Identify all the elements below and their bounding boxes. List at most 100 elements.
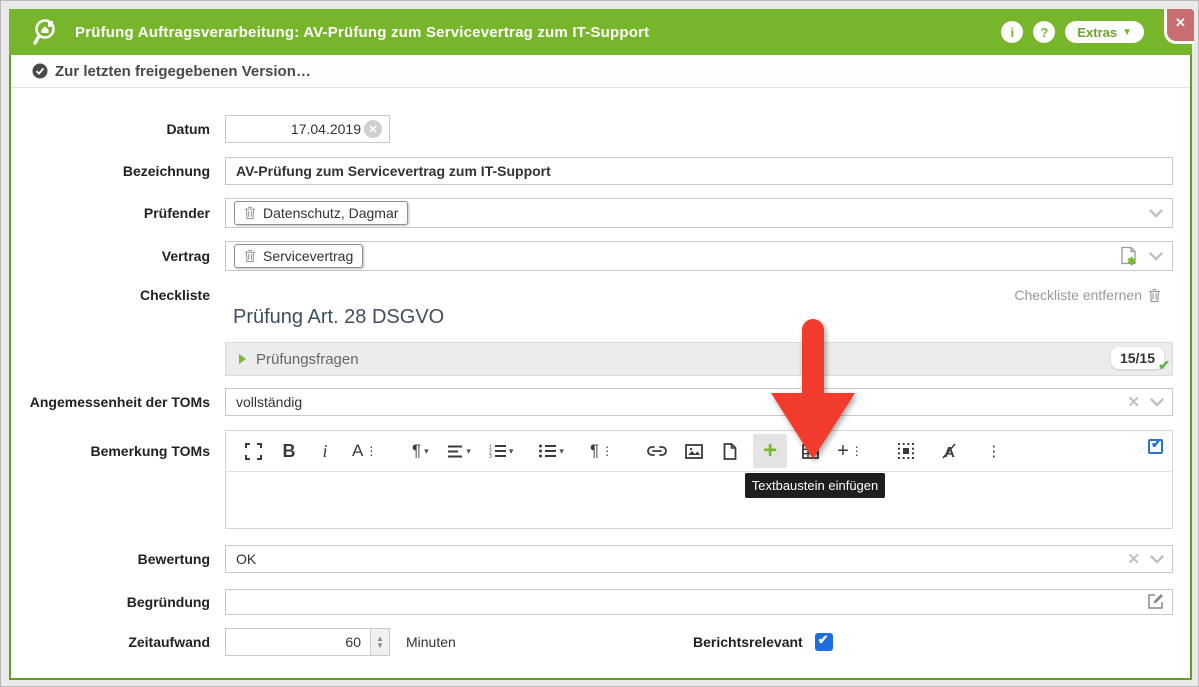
- chevron-down-icon[interactable]: [1149, 252, 1163, 261]
- paragraph-format-icon[interactable]: ¶▾: [407, 434, 433, 468]
- row-angemessenheit: Angemessenheit der TOMs vollständig ✕: [11, 388, 1190, 416]
- datum-label: Datum: [11, 121, 225, 137]
- page-title: Prüfung Auftragsverarbeitung: AV-Prüfung…: [75, 24, 649, 41]
- help-button[interactable]: ?: [1033, 21, 1055, 43]
- zeitaufwand-input[interactable]: [225, 628, 390, 656]
- chevron-down-icon[interactable]: [1150, 555, 1164, 564]
- dots-icon: ⋮: [601, 444, 613, 458]
- app-window: Prüfung Auftragsverarbeitung: AV-Prüfung…: [9, 9, 1192, 680]
- row-checkliste: Checkliste Checkliste entfernen: [11, 285, 1190, 305]
- insert-image-icon[interactable]: [681, 434, 707, 468]
- number-stepper[interactable]: ▲ ▼: [370, 629, 389, 655]
- version-link[interactable]: Zur letzten freigegebenen Version…: [11, 55, 1190, 88]
- more-paragraph-icon[interactable]: ¶⋮: [586, 434, 617, 468]
- dots-icon: ⋮: [365, 444, 377, 458]
- clear-x-icon[interactable]: ✕: [1127, 395, 1140, 410]
- caret-icon: ▾: [424, 446, 429, 457]
- trash-icon[interactable]: [244, 249, 256, 263]
- new-document-icon[interactable]: ✱: [1120, 246, 1139, 267]
- clear-x-icon[interactable]: ✕: [1127, 552, 1140, 567]
- angemessenheit-label: Angemessenheit der TOMs: [11, 394, 225, 410]
- tooltip: Textbaustein einfügen: [745, 473, 885, 498]
- bewertung-value: OK: [236, 551, 256, 567]
- bewertung-select[interactable]: OK: [225, 545, 1173, 573]
- pruefungsfragen-section[interactable]: Prüfungsfragen 15/15 ✔: [225, 342, 1173, 376]
- plus-glyph: +: [837, 440, 849, 463]
- angemessenheit-value: vollständig: [236, 394, 302, 410]
- begruendung-label: Begründung: [11, 594, 225, 610]
- bewertung-label: Bewertung: [11, 551, 225, 567]
- check-icon: ✔: [1151, 436, 1162, 452]
- checklist-heading: Prüfung Art. 28 DSGVO: [233, 306, 444, 329]
- editor-toolbar: B i A⋮ ¶▾ ▾ 1 2 3 ▾: [226, 431, 1172, 472]
- checkliste-label: Checkliste: [11, 287, 225, 303]
- progress-badge: 15/15 ✔: [1111, 347, 1164, 369]
- trash-icon[interactable]: [1148, 288, 1161, 303]
- info-button[interactable]: i: [1001, 21, 1023, 43]
- bemerkung-editor: B i A⋮ ¶▾ ▾ 1 2 3 ▾: [225, 430, 1173, 529]
- checklist-remove-link[interactable]: Checkliste entfernen: [1014, 287, 1161, 303]
- begruendung-input[interactable]: [225, 589, 1173, 615]
- berichtsrelevant-label: Berichtsrelevant: [693, 634, 803, 650]
- bezeichnung-input[interactable]: [225, 157, 1173, 185]
- vertrag-field[interactable]: Servicevertrag ✱: [225, 241, 1173, 271]
- edit-pencil-icon[interactable]: [1147, 592, 1165, 610]
- caret-icon: ▾: [509, 446, 514, 457]
- berichtsrelevant-checkbox[interactable]: ✔: [815, 633, 833, 651]
- berichtsrelevant-group: Berichtsrelevant ✔: [693, 633, 833, 651]
- clear-formatting-icon[interactable]: A: [937, 434, 963, 468]
- check-icon: ✔: [1158, 357, 1170, 374]
- italic-icon[interactable]: i: [312, 434, 338, 468]
- insert-template-button[interactable]: +: [753, 434, 787, 468]
- row-datum: Datum ✕: [11, 115, 1190, 143]
- pruefender-chip[interactable]: Datenschutz, Dagmar: [234, 201, 408, 225]
- zeitaufwand-unit: Minuten: [406, 634, 456, 650]
- align-icon[interactable]: ▾: [443, 434, 475, 468]
- fullscreen-icon[interactable]: [240, 434, 266, 468]
- title-bar: Prüfung Auftragsverarbeitung: AV-Prüfung…: [9, 9, 1192, 55]
- angemessenheit-select[interactable]: vollständig: [225, 388, 1173, 416]
- vertrag-chip-label: Servicevertrag: [263, 248, 353, 264]
- bullet-list-icon[interactable]: ▾: [535, 434, 568, 468]
- more-misc-icon[interactable]: ⋮: [981, 434, 1007, 468]
- vertrag-label: Vertrag: [11, 248, 225, 264]
- chevron-down-icon[interactable]: [1150, 398, 1164, 407]
- expand-triangle-icon[interactable]: [239, 354, 246, 364]
- pruefender-field[interactable]: Datenschutz, Dagmar: [225, 198, 1173, 228]
- extras-label: Extras: [1077, 25, 1117, 40]
- bold-icon[interactable]: B: [276, 434, 302, 468]
- bezeichnung-label: Bezeichnung: [11, 163, 225, 179]
- pilcrow-glyph: ¶: [590, 441, 599, 461]
- trash-icon[interactable]: [244, 206, 256, 220]
- audit-magnifier-icon: [31, 17, 61, 47]
- ordered-list-icon[interactable]: 1 2 3 ▾: [485, 434, 518, 468]
- close-button[interactable]: ✕: [1164, 9, 1194, 44]
- check-circle-icon: [32, 63, 48, 79]
- more-rich-icon[interactable]: +⋮: [833, 434, 867, 468]
- more-text-icon[interactable]: A⋮: [348, 434, 381, 468]
- row-vertrag: Vertrag Servicevertrag ✱: [11, 241, 1190, 271]
- bemerkung-label: Bemerkung TOMs: [11, 443, 225, 459]
- row-begruendung: Begründung: [11, 589, 1190, 615]
- pruefender-chip-label: Datenschutz, Dagmar: [263, 205, 398, 221]
- insert-link-icon[interactable]: [643, 434, 671, 468]
- svg-text:3: 3: [489, 454, 492, 458]
- caret-icon: ▾: [466, 446, 471, 457]
- row-pruefender: Prüfender Datenschutz, Dagmar: [11, 198, 1190, 228]
- datum-clear-icon[interactable]: ✕: [364, 120, 382, 138]
- insert-file-icon[interactable]: [717, 434, 743, 468]
- stepper-down-icon[interactable]: ▼: [376, 642, 384, 649]
- svg-text:✱: ✱: [1127, 256, 1136, 267]
- editor-checkbox[interactable]: ✔: [1148, 439, 1163, 454]
- bemerkung-textarea[interactable]: [226, 472, 1172, 529]
- pruefender-label: Prüfender: [11, 205, 225, 221]
- extras-button[interactable]: Extras ▼: [1065, 21, 1144, 43]
- insert-table-icon[interactable]: [797, 434, 823, 468]
- select-all-icon[interactable]: [893, 434, 919, 468]
- pilcrow-glyph: ¶: [412, 441, 421, 461]
- row-bezeichnung: Bezeichnung: [11, 157, 1190, 185]
- chevron-down-icon[interactable]: [1149, 209, 1163, 218]
- vertrag-chip[interactable]: Servicevertrag: [234, 244, 363, 268]
- more-text-glyph: A: [352, 441, 363, 461]
- dots-icon: ⋮: [851, 444, 863, 458]
